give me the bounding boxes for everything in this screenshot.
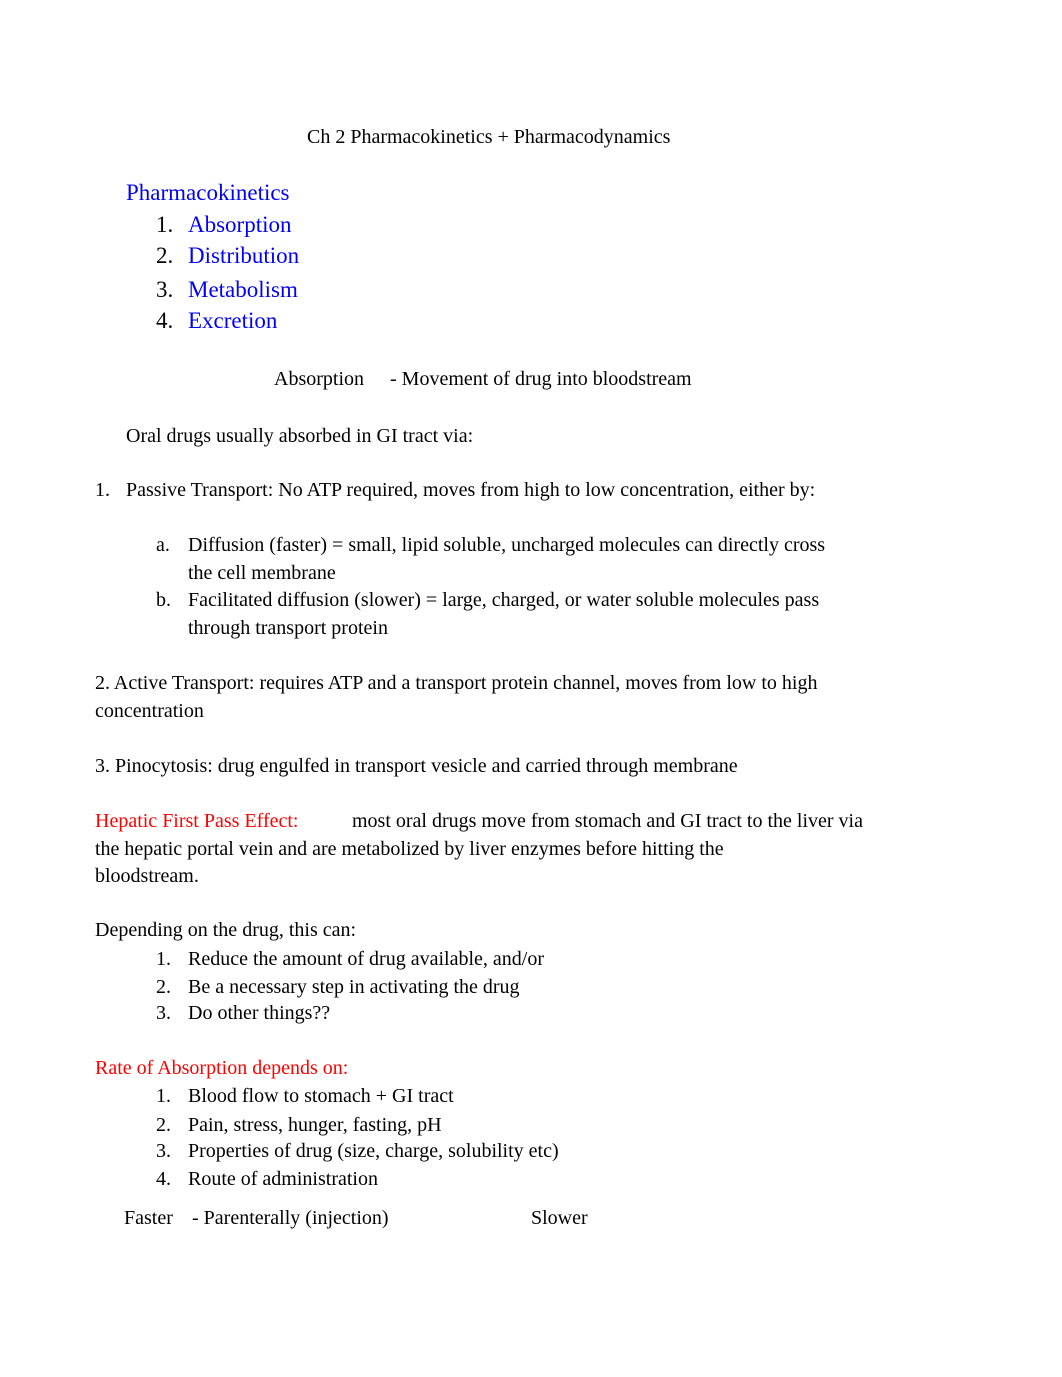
list-number: 3. bbox=[156, 1002, 171, 1024]
list-number: 1. bbox=[156, 948, 171, 970]
list-number: 1. bbox=[156, 212, 174, 237]
list-item: Blood flow to stomach + GI tract bbox=[188, 1085, 454, 1107]
oral-intro: Oral drugs usually absorbed in GI tract … bbox=[126, 425, 474, 447]
diffusion-line1: Diffusion (faster) = small, lipid solubl… bbox=[188, 534, 826, 556]
list-item: Do other things?? bbox=[188, 1002, 331, 1024]
hepatic-line1: most oral drugs move from stomach and GI… bbox=[352, 810, 863, 832]
list-item: Reduce the amount of drug available, and… bbox=[188, 948, 544, 970]
active-transport-line2: concentration bbox=[95, 700, 204, 722]
list-number: 1. bbox=[95, 479, 110, 501]
facilitated-line1: Facilitated diffusion (slower) = large, … bbox=[188, 589, 820, 611]
pinocytosis: 3. Pinocytosis: drug engulfed in transpo… bbox=[95, 755, 738, 777]
list-number: b. bbox=[156, 589, 171, 611]
list-number: 2. bbox=[156, 976, 171, 998]
faster-label: Faster bbox=[124, 1207, 173, 1229]
list-item: Metabolism bbox=[188, 277, 298, 302]
absorption-term: Absorption bbox=[274, 368, 364, 390]
list-item: Route of administration bbox=[188, 1168, 378, 1190]
parenteral-route: - Parenterally (injection) bbox=[192, 1207, 389, 1229]
list-number: a. bbox=[156, 534, 170, 556]
diffusion-line2: the cell membrane bbox=[188, 562, 336, 584]
list-item: Pain, stress, hunger, fasting, pH bbox=[188, 1114, 442, 1136]
list-item: Be a necessary step in activating the dr… bbox=[188, 976, 520, 998]
list-number: 3. bbox=[156, 1140, 171, 1162]
list-item: Absorption bbox=[188, 212, 292, 237]
page-title: Ch 2 Pharmacokinetics + Pharmacodynamics bbox=[307, 126, 671, 148]
slower-label: Slower bbox=[531, 1207, 588, 1229]
hepatic-label: Hepatic First Pass Effect: bbox=[95, 810, 299, 832]
passive-transport: Passive Transport: No ATP required, move… bbox=[126, 479, 816, 501]
list-item: Excretion bbox=[188, 308, 278, 333]
list-item: Properties of drug (size, charge, solubi… bbox=[188, 1140, 559, 1162]
list-number: 3. bbox=[156, 277, 174, 302]
list-item: Distribution bbox=[188, 243, 300, 268]
absorption-definition: - Movement of drug into bloodstream bbox=[390, 368, 692, 390]
hepatic-line2: the hepatic portal vein and are metaboli… bbox=[95, 838, 724, 860]
rate-heading: Rate of Absorption depends on: bbox=[95, 1057, 349, 1079]
pharmacokinetics-heading: Pharmacokinetics bbox=[126, 180, 290, 205]
list-number: 4. bbox=[156, 1168, 171, 1190]
facilitated-line2: through transport protein bbox=[188, 617, 388, 639]
list-number: 2. bbox=[156, 243, 174, 268]
list-number: 4. bbox=[156, 308, 174, 333]
active-transport-line1: 2. Active Transport: requires ATP and a … bbox=[95, 672, 818, 694]
list-number: 1. bbox=[156, 1085, 171, 1107]
depending-intro: Depending on the drug, this can: bbox=[95, 919, 357, 941]
list-number: 2. bbox=[156, 1114, 171, 1136]
hepatic-line3: bloodstream. bbox=[95, 865, 199, 887]
